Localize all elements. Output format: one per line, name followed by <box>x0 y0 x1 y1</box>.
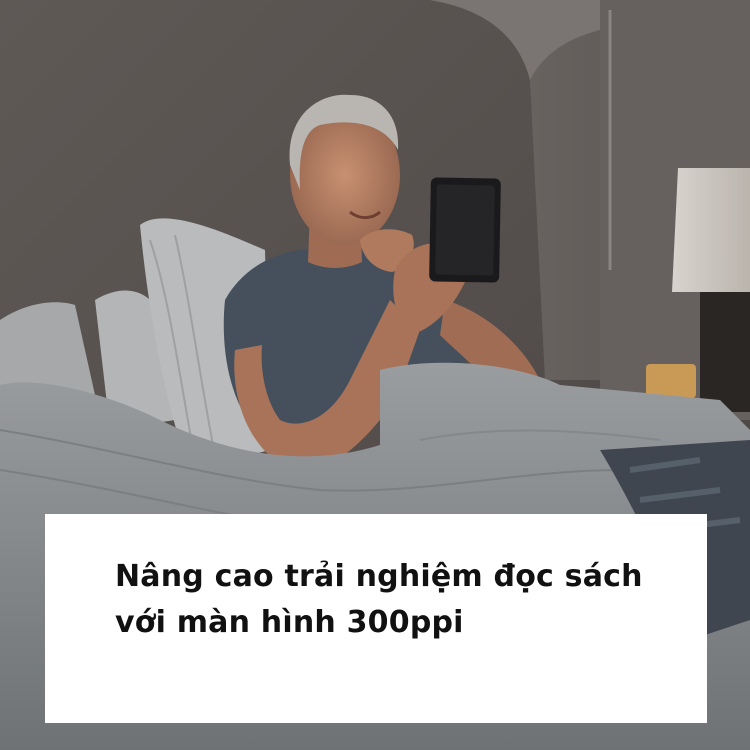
product-banner: Nâng cao trải nghiệm đọc sách với màn hì… <box>0 0 750 750</box>
caption-heading: Nâng cao trải nghiệm đọc sách với màn hì… <box>115 554 667 646</box>
caption-line-1: Nâng cao trải nghiệm đọc sách <box>115 559 643 594</box>
ereader-icon <box>429 177 501 283</box>
caption-line-2: với màn hình 300ppi <box>115 605 464 640</box>
bedside-clock <box>646 364 696 398</box>
caption-card: Nâng cao trải nghiệm đọc sách với màn hì… <box>45 514 707 723</box>
